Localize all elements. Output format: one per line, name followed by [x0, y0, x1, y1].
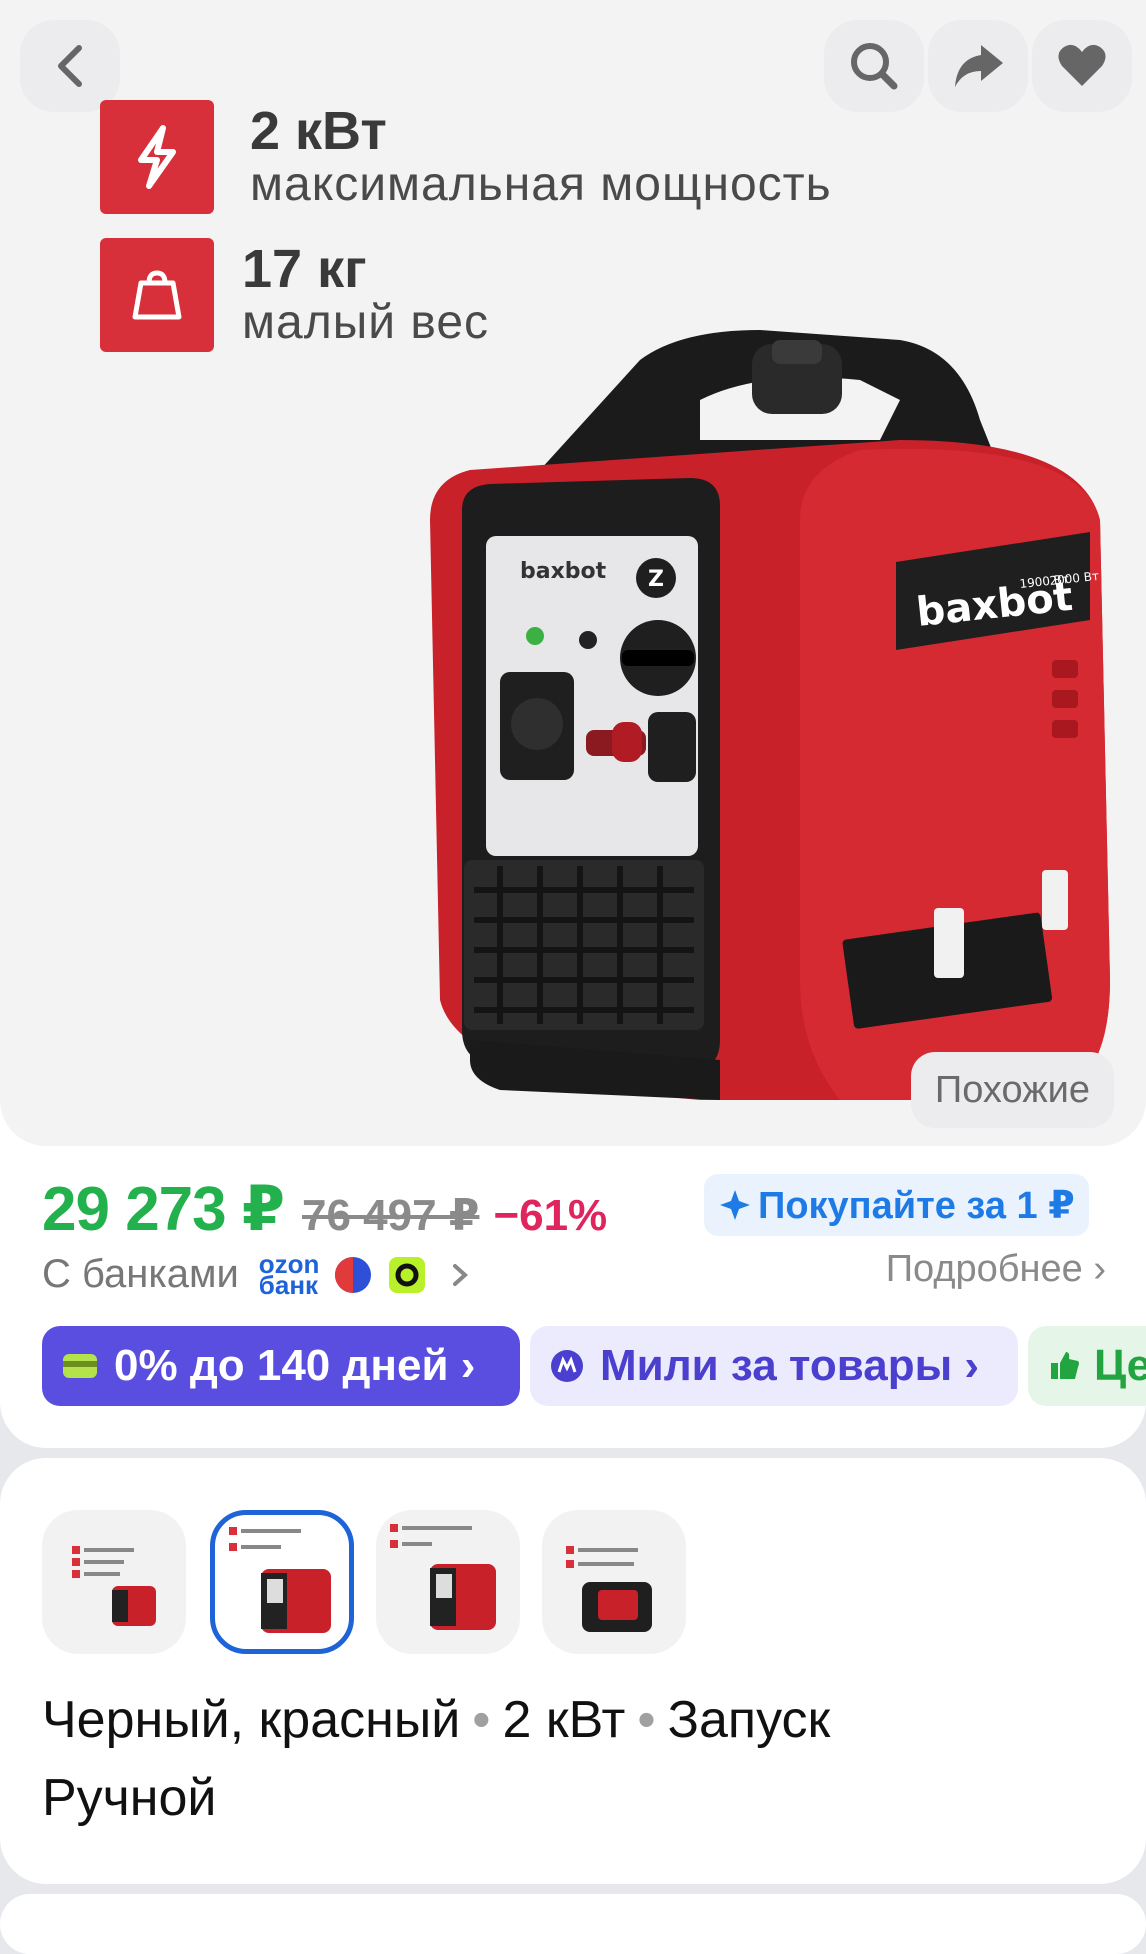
thumbnail-image: [566, 1546, 652, 1632]
back-button[interactable]: [20, 20, 120, 112]
svg-text:Z: Z: [648, 567, 664, 592]
bank-logo-3-icon: [389, 1256, 426, 1293]
bank-logo-2-icon: [335, 1256, 372, 1293]
promo-label: Покупайте за 1 ₽: [758, 1184, 1075, 1227]
more-details-link[interactable]: Подробнее ›: [886, 1248, 1106, 1291]
discount-badge: −61%: [493, 1191, 608, 1240]
svg-text:baxbot: baxbot: [520, 559, 607, 584]
banks-label: С банками: [42, 1252, 239, 1296]
miles-icon: [551, 1350, 583, 1382]
feature-power-label: максимальная мощность: [250, 158, 832, 212]
search-button[interactable]: [824, 20, 924, 112]
image-gallery[interactable]: baxbot Z baxbot 1900 Вт 2000 Вт 2 кВт ма…: [0, 0, 1146, 1146]
variant-summary-line1: Черный, красный • 2 кВт • Запуск: [42, 1690, 830, 1750]
sparkle-icon: [720, 1190, 750, 1220]
feature-power: 2 кВт максимальная мощность: [100, 100, 832, 214]
similar-button[interactable]: Похожие: [910, 1052, 1114, 1128]
product-card: baxbot Z baxbot 1900 Вт 2000 Вт 2 кВт ма…: [0, 0, 1146, 1448]
lightning-icon: [100, 100, 214, 214]
price-chip-label: Це: [1094, 1341, 1146, 1390]
favorite-button[interactable]: [1032, 20, 1132, 112]
miles-label: Мили за товары ›: [600, 1341, 980, 1390]
chevron-right-icon: [453, 1263, 469, 1286]
next-card: [0, 1894, 1146, 1954]
feature-weight-value: 17 кг: [242, 239, 367, 300]
thumbnail-3[interactable]: [376, 1510, 520, 1654]
heart-icon: [1058, 44, 1106, 86]
feature-power-value: 2 кВт: [250, 101, 387, 162]
variant-power: 2 кВт: [502, 1691, 626, 1749]
search-icon: [851, 43, 898, 90]
thumbs-up-icon: [1051, 1352, 1079, 1379]
chevron-left-icon: [58, 45, 82, 87]
thumbnail-image: [72, 1546, 156, 1626]
thumbnail-image: [229, 1527, 331, 1633]
feature-weight: 17 кг малый вес: [100, 238, 489, 352]
thumbnail-image: [390, 1524, 496, 1630]
share-button[interactable]: [928, 20, 1028, 112]
installment-chip[interactable]: 0% до 140 дней ›: [42, 1326, 520, 1406]
card-icon: [63, 1354, 97, 1378]
variant-summary-line2: Ручной: [42, 1769, 217, 1827]
weight-icon: [100, 238, 214, 352]
share-arrow-icon: [955, 45, 1003, 87]
feature-weight-label: малый вес: [242, 296, 490, 350]
bank-offers[interactable]: С банками ozon банк: [42, 1251, 471, 1300]
ozon-bank-logo: ozon банк: [258, 1251, 320, 1300]
thumbnail-4[interactable]: [542, 1510, 686, 1654]
variant-color: Черный, красный: [42, 1691, 461, 1749]
current-price: 29 273 ₽: [42, 1175, 285, 1244]
ozon-bank-logo-line2: банк: [258, 1269, 319, 1300]
thumbnail-1[interactable]: [42, 1510, 186, 1654]
miles-chip[interactable]: Мили за товары ›: [530, 1326, 1018, 1406]
price-chip[interactable]: Це: [1028, 1326, 1146, 1406]
price-row: 29 273 ₽ 76 497 ₽ −61%: [42, 1172, 607, 1245]
old-price: 76 497 ₽: [302, 1191, 480, 1240]
thumbnail-2-selected[interactable]: [210, 1510, 354, 1654]
installment-label: 0% до 140 дней ›: [114, 1341, 476, 1390]
variant-start: Запуск: [667, 1691, 831, 1749]
promo-buy-for-1-ruble[interactable]: Покупайте за 1 ₽: [704, 1174, 1089, 1236]
separator-dot: •: [472, 1691, 491, 1749]
separator-dot: •: [637, 1691, 656, 1749]
